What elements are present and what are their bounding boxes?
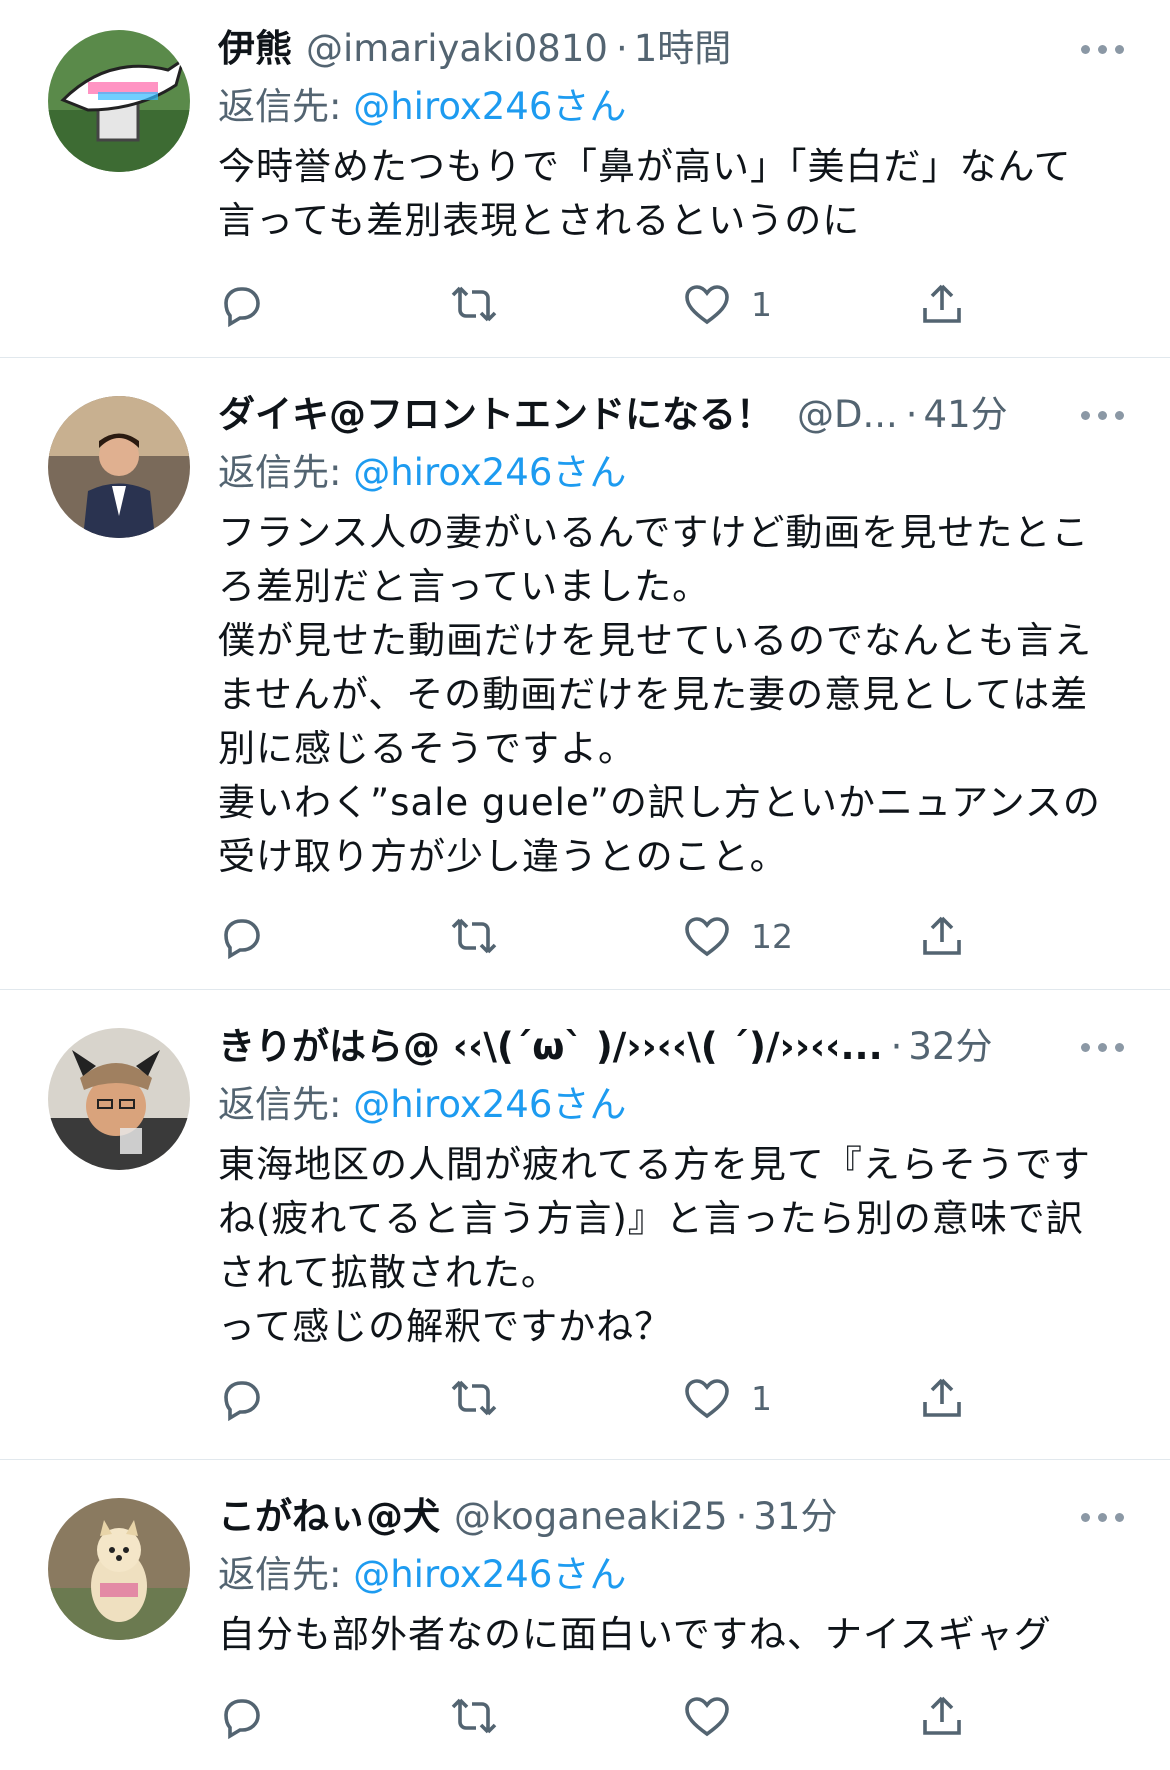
like-button[interactable]: 1 [683, 1368, 772, 1428]
tweet[interactable]: ダイキ@フロントエンドになる！ @D... · 41分 返信先: @hirox2… [0, 358, 1170, 990]
retweet-button[interactable] [450, 1368, 498, 1428]
retweet-icon [451, 918, 497, 954]
timestamp[interactable]: 41分 [924, 386, 1008, 444]
like-count: 12 [751, 916, 793, 956]
reply-mention-link[interactable]: @hirox246さん [353, 451, 626, 494]
reply-icon [224, 919, 260, 960]
tweet[interactable]: きりがはら@ ‹‹\(´ω` )/››‹‹\( ´)/››‹‹... · 32分… [0, 990, 1170, 1460]
retweet-button[interactable] [450, 274, 498, 334]
reply-button[interactable] [218, 1686, 266, 1746]
user-handle[interactable]: @imariyaki0810 [306, 20, 608, 78]
reply-to: 返信先: @hirox246さん [218, 444, 1124, 502]
retweet-icon [451, 1698, 497, 1734]
more-icon[interactable] [1081, 1018, 1124, 1076]
reply-mention-link[interactable]: @hirox246さん [353, 1553, 626, 1596]
avatar[interactable] [48, 1498, 190, 1640]
retweet-button[interactable] [450, 906, 498, 966]
avatar[interactable] [48, 1028, 190, 1170]
separator-dot: · [890, 1025, 903, 1068]
separator-dot: · [905, 393, 918, 436]
reply-button[interactable] [218, 274, 266, 334]
more-icon[interactable] [1081, 20, 1124, 78]
reply-to-label: 返信先: [218, 451, 354, 494]
like-icon [685, 285, 729, 325]
share-icon [923, 284, 961, 323]
like-button[interactable]: 12 [683, 906, 793, 966]
action-bar: 1 [218, 1368, 1124, 1428]
share-button[interactable] [918, 1368, 966, 1428]
user-handle[interactable]: @koganeaki25 [454, 1488, 728, 1546]
reply-mention-link[interactable]: @hirox246さん [353, 1083, 626, 1126]
tweet-header: ダイキ@フロントエンドになる！ @D... · 41分 [218, 386, 1124, 444]
tweet-text: フランス人の妻がいるんですけど動画を見せたとこ ろ差別だと言っていました。 僕が… [218, 511, 1101, 878]
user-handle[interactable]: @D... [797, 386, 898, 444]
reply-to-label: 返信先: [218, 85, 354, 128]
separator-dot: · [735, 1495, 748, 1538]
reply-icon [224, 1699, 260, 1740]
share-icon [923, 1696, 961, 1735]
tweet-header: きりがはら@ ‹‹\(´ω` )/››‹‹\( ´)/››‹‹... · 32分 [218, 1018, 1124, 1076]
reply-to-label: 返信先: [218, 1083, 354, 1126]
tweet-text: 今時誉めたつもりで「鼻が高い」「美白だ」なんて 言っても差別表現とされるというの… [218, 145, 1072, 242]
reply-to-label: 返信先: [218, 1553, 354, 1596]
timestamp[interactable]: 32分 [908, 1018, 992, 1076]
reply-button[interactable] [218, 1368, 266, 1428]
display-name[interactable]: きりがはら@ ‹‹\(´ω` )/››‹‹\( ´)/››‹‹... [218, 1018, 883, 1076]
reply-to: 返信先: @hirox246さん [218, 78, 1124, 136]
reply-icon [224, 1381, 260, 1422]
tweet[interactable]: 伊熊 @imariyaki0810 · 1時間 返信先: @hirox246さん… [0, 0, 1170, 358]
more-icon[interactable] [1081, 386, 1124, 444]
reply-to: 返信先: @hirox246さん [218, 1546, 1124, 1604]
display-name[interactable]: 伊熊 [218, 20, 292, 78]
action-bar [218, 1686, 1124, 1746]
share-button[interactable] [918, 274, 966, 334]
like-button[interactable]: 1 [683, 274, 772, 334]
reply-button[interactable] [218, 906, 266, 966]
like-count: 1 [751, 284, 772, 324]
tweet-header: こがねぃ@犬 @koganeaki25 · 31分 [218, 1488, 1124, 1546]
tweet-header: 伊熊 @imariyaki0810 · 1時間 [218, 20, 1124, 78]
avatar[interactable] [48, 396, 190, 538]
retweet-button[interactable] [450, 1686, 498, 1746]
avatar[interactable] [48, 30, 190, 172]
retweet-icon [451, 286, 497, 322]
retweet-icon [451, 1380, 497, 1416]
display-name[interactable]: ダイキ@フロントエンドになる！ [218, 386, 773, 444]
share-button[interactable] [918, 906, 966, 966]
tweet-text: 東海地区の人間が疲れてる方を見て『えらそうです ね(疲れてると言う方言)』と言っ… [218, 1143, 1091, 1348]
timestamp[interactable]: 31分 [753, 1488, 837, 1546]
reply-mention-link[interactable]: @hirox246さん [353, 85, 626, 128]
separator-dot: · [615, 27, 628, 70]
reply-icon [224, 287, 260, 328]
tweet-text: 自分も部外者なのに面白いですね、ナイスギャグ [218, 1613, 1052, 1656]
like-button[interactable] [683, 1686, 751, 1746]
like-icon [685, 1379, 729, 1419]
action-bar: 1 [218, 274, 1124, 334]
reply-to: 返信先: @hirox246さん [218, 1076, 1124, 1134]
like-count: 1 [751, 1378, 772, 1418]
share-icon [923, 916, 961, 955]
more-icon[interactable] [1081, 1488, 1124, 1546]
like-icon [685, 917, 729, 957]
like-icon [685, 1697, 729, 1737]
action-bar: 12 [218, 906, 1124, 966]
display-name[interactable]: こがねぃ@犬 [218, 1488, 440, 1546]
share-button[interactable] [918, 1686, 966, 1746]
share-icon [923, 1378, 961, 1417]
tweet[interactable]: こがねぃ@犬 @koganeaki25 · 31分 返信先: @hirox246… [0, 1460, 1170, 1770]
timestamp[interactable]: 1時間 [634, 20, 732, 78]
